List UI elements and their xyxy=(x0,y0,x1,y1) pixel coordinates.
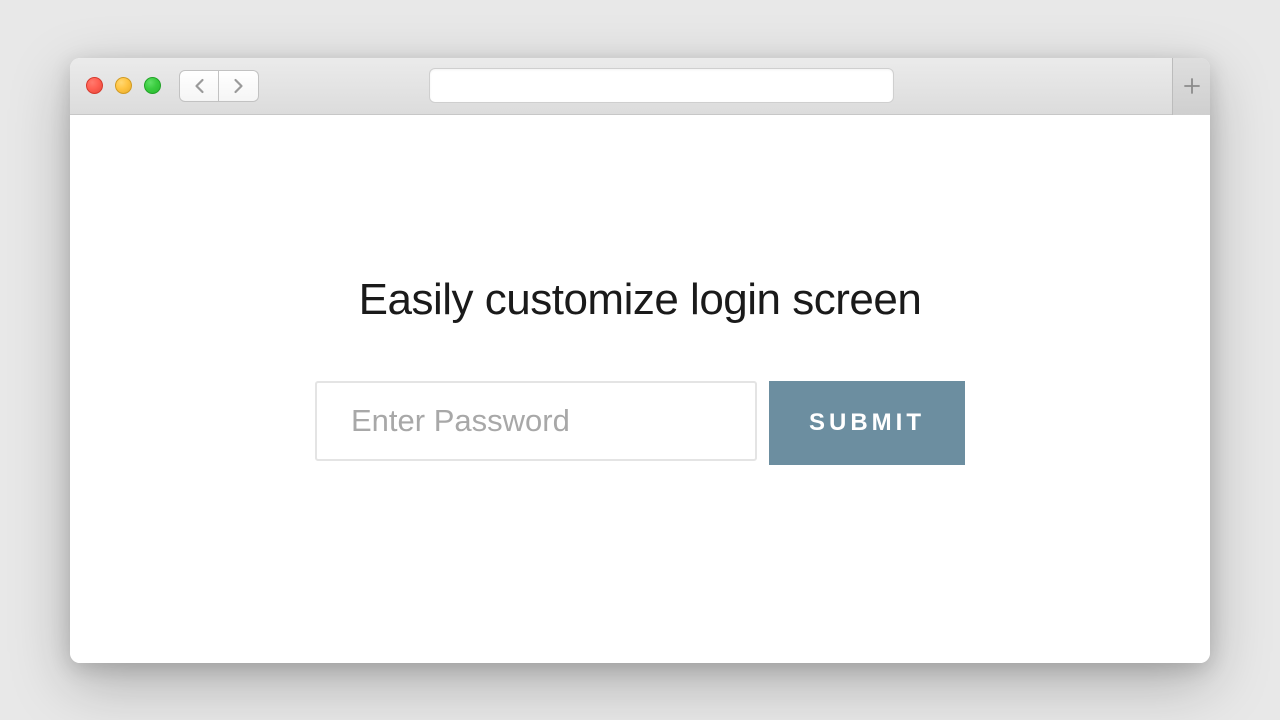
chevron-left-icon xyxy=(193,78,206,94)
chevron-right-icon xyxy=(232,78,245,94)
back-button[interactable] xyxy=(179,70,219,102)
new-tab-button[interactable] xyxy=(1172,58,1210,115)
page-content: Easily customize login screen SUBMIT xyxy=(70,115,1210,663)
submit-button[interactable]: SUBMIT xyxy=(769,381,965,465)
close-window-button[interactable] xyxy=(86,77,103,94)
password-input[interactable] xyxy=(315,381,757,461)
plus-icon xyxy=(1183,77,1201,95)
page-title: Easily customize login screen xyxy=(359,275,922,325)
login-form: SUBMIT xyxy=(315,381,965,465)
maximize-window-button[interactable] xyxy=(144,77,161,94)
address-bar[interactable] xyxy=(429,68,894,103)
browser-window: Easily customize login screen SUBMIT xyxy=(70,58,1210,663)
forward-button[interactable] xyxy=(219,70,259,102)
navigation-buttons xyxy=(179,70,259,102)
window-controls xyxy=(86,77,161,94)
minimize-window-button[interactable] xyxy=(115,77,132,94)
browser-toolbar xyxy=(70,58,1210,115)
